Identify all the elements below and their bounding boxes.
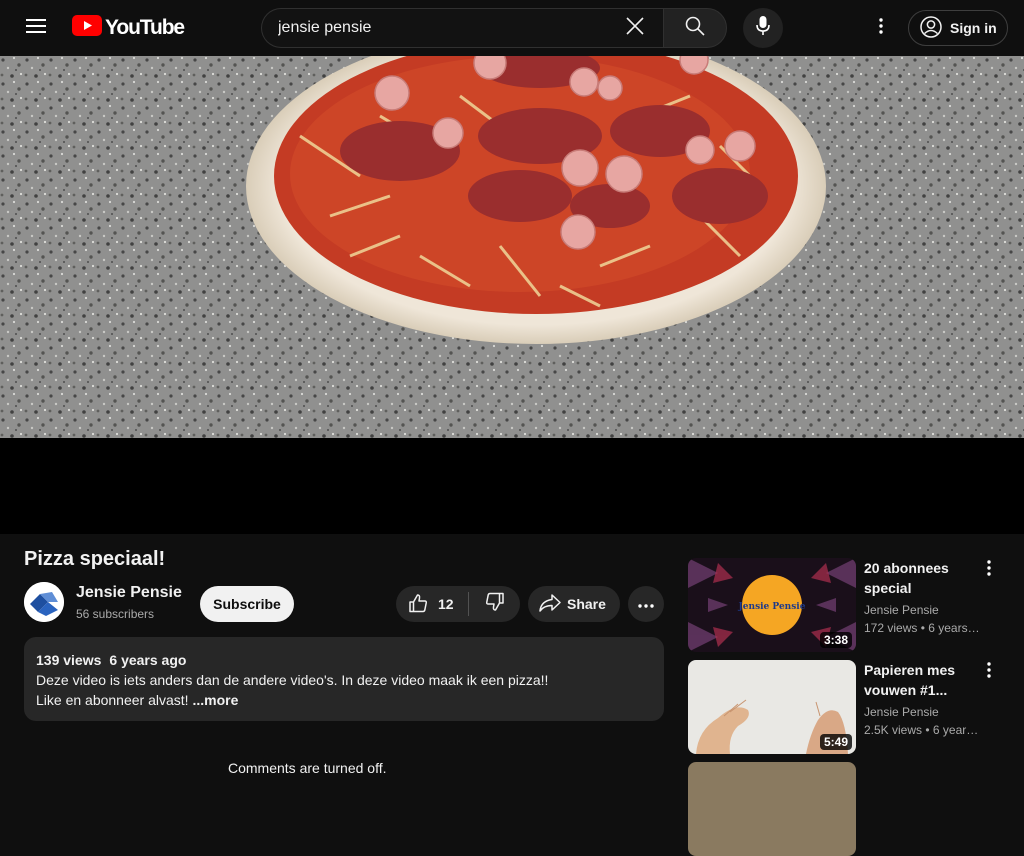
- clear-search-button[interactable]: [615, 9, 655, 47]
- microphone-icon: [756, 15, 770, 41]
- related-age: 6 years ago: [917, 621, 982, 635]
- related-thumbnail[interactable]: [688, 762, 856, 856]
- related-menu-button[interactable]: [978, 558, 1000, 582]
- thumbs-up-icon: [408, 593, 428, 616]
- channel-logo-icon: [24, 582, 64, 622]
- subscriber-count: 56 subscribers: [76, 607, 155, 621]
- search-button[interactable]: [663, 8, 727, 48]
- more-horizontal-icon: [638, 595, 654, 613]
- more-actions-button[interactable]: [628, 586, 664, 622]
- more-vertical-icon: [879, 17, 883, 39]
- more-vertical-icon: [987, 559, 991, 581]
- upload-age: 6 years ago: [109, 652, 187, 668]
- video-title: Pizza speciaal!: [24, 548, 166, 570]
- close-icon: [626, 16, 644, 40]
- related-stats: 172 views6 years ago: [864, 621, 982, 635]
- view-count: 139 views: [36, 652, 102, 668]
- youtube-play-icon: [72, 15, 102, 41]
- sign-in-button[interactable]: Sign in: [908, 10, 1008, 46]
- related-channel[interactable]: Jensie Pensie: [864, 603, 939, 617]
- settings-more-button[interactable]: [861, 8, 901, 48]
- masthead: YouTube Sign in: [0, 0, 1024, 56]
- related-thumbnail[interactable]: 5:49: [688, 660, 856, 754]
- like-button[interactable]: 12: [396, 586, 468, 622]
- description-line-1: Deze video is iets anders dan de andere …: [36, 672, 549, 688]
- account-icon: [920, 15, 942, 41]
- related-views: 2.5K views: [864, 723, 923, 737]
- guide-menu-button[interactable]: [16, 8, 56, 48]
- dislike-button[interactable]: [469, 586, 520, 622]
- related-views: 172 views: [864, 621, 918, 635]
- related-stats: 2.5K views6 years ago: [864, 723, 982, 737]
- description-meta: 139 views 6 years ago: [36, 650, 652, 670]
- share-icon: [539, 593, 561, 616]
- related-title[interactable]: Papieren mes vouwen #1...: [864, 660, 982, 700]
- video-duration: 3:38: [819, 632, 852, 648]
- logo-text: YouTube: [105, 16, 185, 39]
- subscribe-button[interactable]: Subscribe: [200, 586, 294, 622]
- related-menu-button[interactable]: [978, 660, 1000, 684]
- share-label: Share: [567, 596, 606, 612]
- search-icon: [685, 16, 705, 41]
- description-box[interactable]: 139 views 6 years ago Deze video is iets …: [24, 637, 664, 721]
- comments-disabled-notice: Comments are turned off.: [228, 760, 387, 776]
- channel-name[interactable]: Jensie Pensie: [76, 584, 182, 602]
- related-thumbnail[interactable]: Jensie Pensie 3:38: [688, 558, 856, 652]
- related-video-item[interactable]: Jensie Pensie 3:38 20 abonnees special J…: [688, 558, 1008, 652]
- thumbnail-text: Jensie Pensie: [738, 602, 806, 612]
- like-count: 12: [438, 596, 454, 612]
- hamburger-icon: [26, 18, 46, 39]
- voice-search-button[interactable]: [743, 8, 783, 48]
- video-player[interactable]: [0, 56, 1024, 534]
- more-vertical-icon: [987, 661, 991, 683]
- related-video-item[interactable]: [688, 762, 1008, 856]
- share-button[interactable]: Share: [528, 586, 620, 622]
- show-more-link[interactable]: ...more: [192, 692, 238, 708]
- youtube-logo[interactable]: YouTube: [72, 15, 185, 41]
- sign-in-label: Sign in: [950, 20, 997, 36]
- search-input[interactable]: [278, 19, 608, 37]
- related-age: 6 years ago: [922, 723, 982, 737]
- video-duration: 5:49: [819, 734, 852, 750]
- thumbs-down-icon: [485, 592, 505, 617]
- video-frame: [0, 56, 1024, 534]
- related-channel[interactable]: Jensie Pensie: [864, 705, 939, 719]
- search-bar: [261, 8, 727, 48]
- search-box: [261, 8, 663, 48]
- description-line-2: Like en abonneer alvast!: [36, 692, 189, 708]
- description-line-2-wrap: Like en abonneer alvast! ...more: [36, 690, 652, 710]
- like-dislike-group: 12: [396, 586, 520, 622]
- related-video-item[interactable]: 5:49 Papieren mes vouwen #1... Jensie Pe…: [688, 660, 1008, 754]
- channel-avatar[interactable]: [24, 582, 64, 622]
- related-title[interactable]: 20 abonnees special: [864, 558, 982, 598]
